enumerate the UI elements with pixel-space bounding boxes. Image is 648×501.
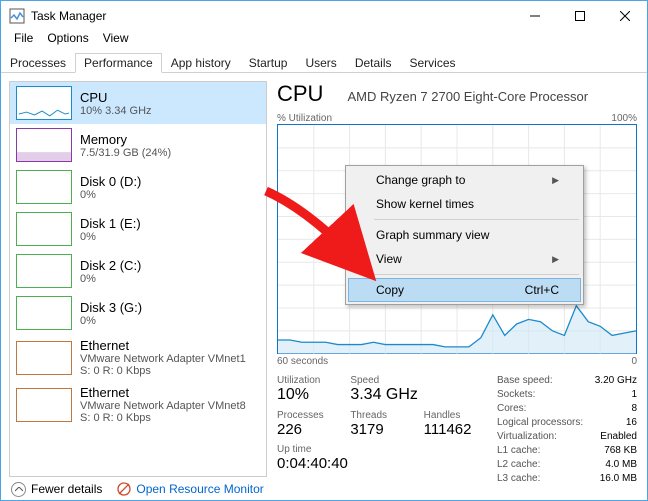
tab-services[interactable]: Services bbox=[401, 53, 465, 73]
sidebar-item-memory[interactable]: Memory7.5/31.9 GB (24%) bbox=[10, 124, 266, 166]
sidebar-item-ethernet[interactable]: EthernetVMware Network Adapter VMnet1S: … bbox=[10, 334, 266, 381]
graph-ylabel: % Utilization bbox=[277, 113, 332, 124]
thumb-icon bbox=[16, 296, 72, 330]
tabstrip: Processes Performance App history Startu… bbox=[1, 52, 647, 73]
thumb-icon bbox=[16, 388, 72, 422]
main-title: CPU bbox=[277, 81, 323, 107]
thumb-icon bbox=[16, 341, 72, 375]
context-change-graph-to[interactable]: Change graph to▶ bbox=[348, 168, 581, 192]
context-show-kernel-times[interactable]: Show kernel times bbox=[348, 192, 581, 216]
thumb-icon bbox=[16, 170, 72, 204]
sidebar: CPU10% 3.34 GHzMemory7.5/31.9 GB (24%)Di… bbox=[9, 81, 267, 477]
context-separator bbox=[374, 219, 579, 220]
tab-users[interactable]: Users bbox=[296, 53, 345, 73]
close-button[interactable] bbox=[602, 1, 647, 31]
app-icon bbox=[9, 8, 25, 24]
sidebar-item-disk-0-d-[interactable]: Disk 0 (D:)0% bbox=[10, 166, 266, 208]
graph-xmin: 0 bbox=[631, 356, 637, 367]
stat-row: Logical processors:16 bbox=[497, 417, 637, 428]
stat-hnd-label: Handles bbox=[424, 410, 497, 421]
menubar: File Options View bbox=[1, 31, 647, 50]
stats-right: Base speed:3.20 GHz Sockets:1 Cores:8 Logic… bbox=[497, 375, 637, 487]
sidebar-item-disk-2-c-[interactable]: Disk 2 (C:)0% bbox=[10, 250, 266, 292]
context-copy[interactable]: CopyCtrl+C bbox=[348, 278, 581, 302]
menu-file[interactable]: File bbox=[7, 31, 40, 50]
stat-row: Sockets:1 bbox=[497, 389, 637, 400]
stat-row: L2 cache:4.0 MB bbox=[497, 459, 637, 470]
menu-options[interactable]: Options bbox=[40, 31, 95, 50]
sidebar-item-disk-1-e-[interactable]: Disk 1 (E:)0% bbox=[10, 208, 266, 250]
context-menu: Change graph to▶Show kernel times Graph s… bbox=[345, 165, 584, 305]
context-view[interactable]: View▶ bbox=[348, 247, 581, 271]
tab-processes[interactable]: Processes bbox=[1, 53, 75, 73]
tab-performance[interactable]: Performance bbox=[75, 53, 162, 73]
main-subtitle: AMD Ryzen 7 2700 Eight-Core Processor bbox=[347, 89, 588, 104]
minimize-button[interactable] bbox=[512, 1, 557, 31]
thumb-icon bbox=[16, 212, 72, 246]
maximize-button[interactable] bbox=[557, 1, 602, 31]
stat-speed-label: Speed bbox=[350, 375, 423, 386]
stat-proc-label: Processes bbox=[277, 410, 350, 421]
tab-apphistory[interactable]: App history bbox=[162, 53, 240, 73]
titlebar: Task Manager bbox=[1, 1, 647, 31]
sidebar-item-ethernet[interactable]: EthernetVMware Network Adapter VMnet8S: … bbox=[10, 381, 266, 428]
tab-details[interactable]: Details bbox=[346, 53, 401, 73]
stat-util-label: Utilization bbox=[277, 375, 350, 386]
sidebar-item-disk-3-g-[interactable]: Disk 3 (G:)0% bbox=[10, 292, 266, 334]
tab-startup[interactable]: Startup bbox=[240, 53, 297, 73]
graph-ymax: 100% bbox=[611, 113, 637, 124]
stat-util-value: 10% bbox=[277, 386, 350, 404]
sidebar-item-cpu[interactable]: CPU10% 3.34 GHz bbox=[10, 82, 266, 124]
context-separator bbox=[374, 274, 579, 275]
stat-row: L1 cache:768 KB bbox=[497, 445, 637, 456]
graph-xlabel: 60 seconds bbox=[277, 356, 328, 367]
stat-row: Base speed:3.20 GHz bbox=[497, 375, 637, 386]
context-graph-summary-view[interactable]: Graph summary view bbox=[348, 223, 581, 247]
footer: Fewer details Open Resource Monitor bbox=[11, 481, 264, 497]
menu-view[interactable]: View bbox=[96, 31, 136, 50]
stat-row: Cores:8 bbox=[497, 403, 637, 414]
stat-hnd-value: 111462 bbox=[424, 421, 497, 438]
stat-row: L3 cache:16.0 MB bbox=[497, 473, 637, 484]
fewer-details-button[interactable]: Fewer details bbox=[11, 482, 102, 497]
stat-thr-value: 3179 bbox=[350, 421, 423, 438]
stat-proc-value: 226 bbox=[277, 421, 350, 438]
resource-monitor-icon bbox=[116, 481, 132, 497]
thumb-icon bbox=[16, 86, 72, 120]
stat-row: Virtualization:Enabled bbox=[497, 431, 637, 442]
chevron-up-icon bbox=[11, 482, 26, 497]
thumb-icon bbox=[16, 254, 72, 288]
stat-up-value: 0:04:40:40 bbox=[277, 455, 424, 472]
window-title: Task Manager bbox=[31, 9, 512, 23]
stat-thr-label: Threads bbox=[350, 410, 423, 421]
open-resource-monitor-link[interactable]: Open Resource Monitor bbox=[116, 481, 263, 497]
stat-speed-value: 3.34 GHz bbox=[350, 386, 423, 404]
thumb-icon bbox=[16, 128, 72, 162]
stat-up-label: Up time bbox=[277, 444, 424, 455]
